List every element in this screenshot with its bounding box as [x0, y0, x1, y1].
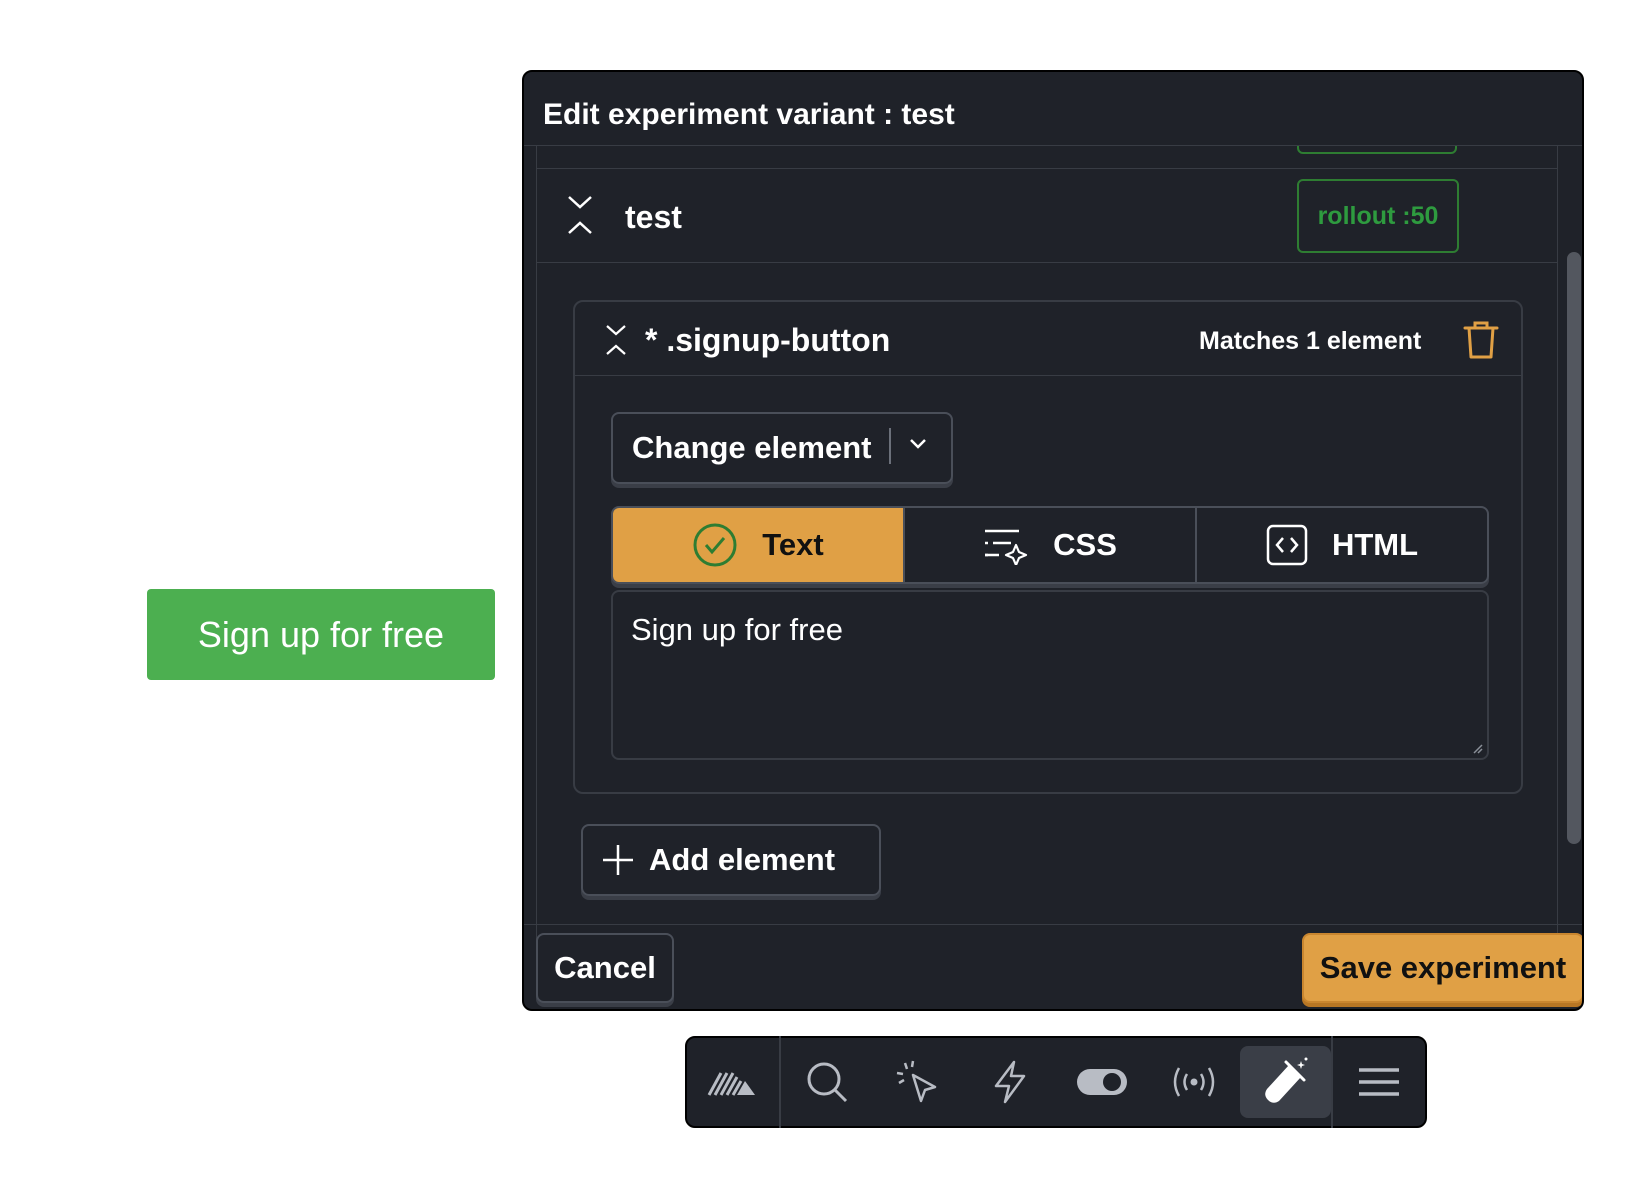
resize-grip-icon[interactable] — [1471, 742, 1483, 754]
plus-icon — [603, 845, 633, 875]
cursor-click-icon — [897, 1060, 937, 1103]
trash-icon[interactable] — [1461, 319, 1501, 361]
modal-footer: Cancel Save experiment — [524, 924, 1582, 1009]
save-experiment-button[interactable]: Save experiment — [1302, 933, 1582, 1003]
matches-count: Matches 1 element — [1199, 327, 1422, 355]
element-selector: * .signup-button — [645, 322, 891, 358]
variant-name: test — [625, 199, 682, 235]
tab-text-label: Text — [762, 527, 824, 562]
modal-scroll-area[interactable]: test rollout :50 * .signup-button Matche… — [536, 146, 1558, 994]
tab-css-label: CSS — [1053, 527, 1117, 562]
rollout-badge: rollout :50 — [1297, 179, 1459, 253]
change-element-label: Change element — [632, 430, 872, 465]
collapse-icon[interactable] — [605, 324, 627, 356]
previous-variant-badge — [1297, 146, 1457, 154]
broadcast-icon — [1173, 1067, 1214, 1097]
variant-row[interactable]: test rollout :50 — [537, 168, 1557, 263]
toolbar-actions[interactable] — [964, 1046, 1056, 1118]
tab-css[interactable]: CSS — [905, 508, 1197, 582]
add-element-button[interactable]: Add element — [581, 824, 881, 896]
chevron-down-icon — [910, 439, 926, 449]
dropdown-separator — [889, 428, 891, 464]
code-brackets-icon — [1266, 524, 1308, 566]
tab-html-label: HTML — [1331, 527, 1419, 562]
cancel-button[interactable]: Cancel — [536, 933, 674, 1003]
page: Sign up for free Edit experiment variant… — [0, 0, 1636, 1182]
logo-hedgehog-icon — [707, 1072, 755, 1096]
search-icon — [807, 1062, 847, 1103]
element-card-header[interactable]: * .signup-button Matches 1 element — [575, 302, 1521, 376]
change-element-dropdown[interactable]: Change element — [611, 412, 953, 484]
toolbar-experiments[interactable] — [1239, 1046, 1332, 1118]
toolbar — [685, 1036, 1427, 1128]
collapse-icon[interactable] — [567, 195, 593, 235]
tab-text[interactable]: Text — [613, 508, 905, 582]
mode-tabs: Text CSS HTML — [611, 506, 1489, 584]
toolbar-logo[interactable] — [687, 1046, 779, 1118]
menu-icon — [1359, 1068, 1400, 1096]
toolbar-menu[interactable] — [1333, 1046, 1425, 1118]
edit-variant-modal: Edit experiment variant : test test roll… — [522, 70, 1584, 1011]
element-card: * .signup-button Matches 1 element Chang… — [573, 300, 1523, 794]
toolbar-inspect[interactable] — [873, 1046, 965, 1118]
tab-html[interactable]: HTML — [1197, 508, 1487, 582]
toolbar-events[interactable] — [1148, 1046, 1240, 1118]
toggle-icon — [1076, 1069, 1127, 1095]
flask-experiment-icon — [1265, 1057, 1308, 1103]
toolbar-flags[interactable] — [1056, 1046, 1148, 1118]
add-element-label: Add element — [649, 842, 836, 877]
lightning-icon — [994, 1060, 1026, 1104]
text-value-input[interactable]: Sign up for free — [611, 590, 1489, 760]
toolbar-search[interactable] — [781, 1046, 873, 1118]
scrollbar-thumb[interactable] — [1567, 252, 1581, 844]
style-sparkle-icon — [985, 529, 1028, 565]
check-circle-icon — [693, 523, 737, 567]
signup-button[interactable]: Sign up for free — [147, 589, 495, 680]
modal-title: Edit experiment variant : test — [524, 72, 1582, 146]
